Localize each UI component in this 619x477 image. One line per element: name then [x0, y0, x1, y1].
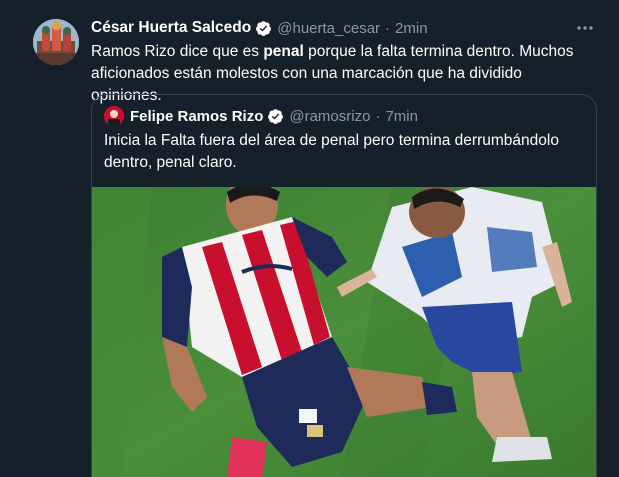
quoted-author-name: Felipe Ramos Rizo [130, 107, 264, 125]
quoted-verified-badge-icon [268, 108, 284, 124]
verified-badge-icon [256, 20, 272, 36]
author-avatar[interactable] [33, 19, 79, 65]
tweet-header: César Huerta Salcedo @huerta_cesar · 2mi… [91, 17, 579, 39]
tweet-text-part1: Ramos Rizo dice que es [91, 43, 264, 60]
quoted-tweet-image[interactable] [92, 187, 596, 477]
quoted-tweet-text: Inicia la Falta fuera del área de penal … [104, 132, 559, 171]
soccer-match-photo [92, 187, 596, 477]
quoted-author-avatar [104, 106, 124, 126]
separator-dot: · [385, 19, 391, 37]
tweet[interactable]: César Huerta Salcedo @huerta_cesar · 2mi… [0, 0, 619, 477]
quoted-separator-dot: · [375, 107, 381, 125]
quoted-timestamp: 7min [385, 107, 418, 125]
author-handle[interactable]: @huerta_cesar [277, 20, 380, 37]
author-name[interactable]: César Huerta Salcedo [91, 19, 251, 37]
tweet-timestamp[interactable]: 2min [395, 20, 428, 37]
more-dots-icon[interactable] [575, 19, 595, 37]
quoted-tweet[interactable]: Felipe Ramos Rizo @ramosrizo · 7min Inic… [91, 94, 597, 477]
quoted-tweet-header: Felipe Ramos Rizo @ramosrizo · 7min [104, 106, 418, 126]
tweet-text-bold: penal [263, 43, 304, 60]
quoted-author-handle: @ramosrizo [289, 107, 371, 125]
